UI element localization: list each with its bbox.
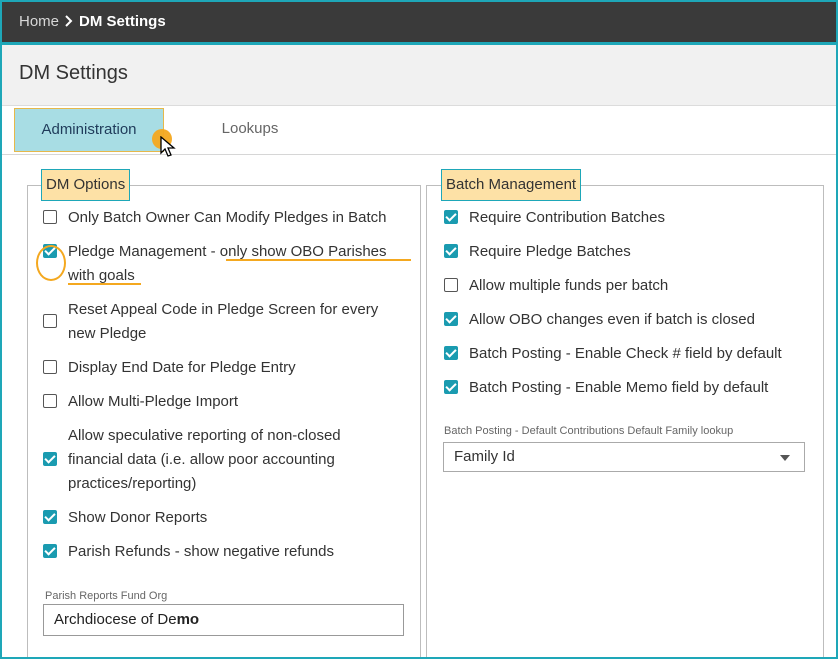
- checkbox[interactable]: [43, 452, 57, 466]
- checkbox[interactable]: [43, 544, 57, 558]
- option-label: Parish Refunds - show negative refunds: [68, 543, 334, 560]
- batch-management-legend: Batch Management: [441, 169, 582, 201]
- checkbox[interactable]: [444, 312, 458, 326]
- option-label: Allow Multi-Pledge Import: [68, 393, 239, 410]
- option-multi-pledge-import[interactable]: Allow Multi-Pledge Import: [43, 390, 238, 414]
- option-label: Allow OBO changes even if batch is close…: [469, 311, 755, 328]
- tab-lookups[interactable]: Lookups: [202, 108, 298, 150]
- tab-administration[interactable]: Administration: [14, 108, 164, 152]
- top-bar: Home DM Settings: [2, 2, 836, 45]
- option-display-end-date[interactable]: Display End Date for Pledge Entry: [43, 356, 296, 380]
- option-label: Show Donor Reports: [68, 509, 208, 526]
- fund-org-value: Archdiocese of De: [54, 611, 177, 628]
- breadcrumb-home[interactable]: Home: [19, 13, 59, 30]
- option-label-line: financial data (i.e. allow poor accounti…: [68, 451, 335, 468]
- fund-org-input[interactable]: Archdiocese of Demo: [43, 604, 404, 636]
- option-label-highlight: only show OBO Parishes: [219, 243, 387, 260]
- option-label: Batch Posting - Enable Memo field by def…: [469, 379, 769, 396]
- option-show-donor-reports[interactable]: Show Donor Reports: [43, 506, 207, 530]
- option-label: Batch Posting - Enable Check # field by …: [469, 345, 782, 362]
- app-window: Home DM Settings DM Settings Administrat…: [0, 0, 838, 659]
- option-speculative-reporting[interactable]: Allow speculative reporting of non-close…: [43, 424, 341, 496]
- option-label-line: Reset Appeal Code in Pledge Screen for e…: [68, 301, 379, 318]
- option-label: Require Pledge Batches: [469, 243, 631, 260]
- option-label: Allow multiple funds per batch: [469, 277, 669, 294]
- option-label: Pledge Management - only show OBO Parish…: [68, 240, 387, 288]
- family-lookup-select[interactable]: Family Id: [443, 442, 805, 472]
- option-require-pledge-batches[interactable]: Require Pledge Batches: [444, 240, 631, 264]
- family-lookup-label: Batch Posting - Default Contributions De…: [444, 425, 734, 437]
- option-label: Display End Date for Pledge Entry: [68, 359, 296, 376]
- option-parish-refunds[interactable]: Parish Refunds - show negative refunds: [43, 540, 334, 564]
- checkbox[interactable]: [43, 210, 57, 224]
- chevron-right-icon: [65, 15, 73, 27]
- checkbox[interactable]: [43, 510, 57, 524]
- option-enable-memo-field[interactable]: Batch Posting - Enable Memo field by def…: [444, 376, 768, 400]
- option-label-line: Allow speculative reporting of non-close…: [68, 427, 341, 444]
- option-label-line: practices/reporting): [68, 475, 197, 492]
- dm-options-legend: DM Options: [41, 169, 131, 201]
- option-pledge-management[interactable]: Pledge Management - only show OBO Parish…: [43, 240, 387, 288]
- annotation-circle: [36, 245, 66, 281]
- option-label: Require Contribution Batches: [469, 209, 665, 226]
- option-enable-check-field[interactable]: Batch Posting - Enable Check # field by …: [444, 342, 782, 366]
- annotation-underline: [226, 259, 411, 261]
- mouse-pointer-icon: [160, 136, 176, 157]
- tab-bar: Administration Lookups: [2, 106, 836, 155]
- option-label-highlight-2: with goals: [68, 267, 135, 284]
- annotation-underline: [68, 283, 141, 285]
- checkbox[interactable]: [444, 278, 458, 292]
- breadcrumb-current: DM Settings: [79, 13, 166, 30]
- option-label: Allow speculative reporting of non-close…: [68, 424, 341, 496]
- checkbox[interactable]: [444, 210, 458, 224]
- checkbox[interactable]: [444, 346, 458, 360]
- option-require-contribution-batches[interactable]: Require Contribution Batches: [444, 206, 665, 230]
- option-reset-appeal-code[interactable]: Reset Appeal Code in Pledge Screen for e…: [43, 298, 378, 346]
- caret-down-icon: [780, 455, 790, 461]
- option-label: Only Batch Owner Can Modify Pledges in B…: [68, 209, 387, 226]
- fund-org-label: Parish Reports Fund Org: [45, 590, 168, 602]
- option-label-line: new Pledge: [68, 325, 147, 342]
- checkbox[interactable]: [43, 314, 57, 328]
- checkbox[interactable]: [444, 244, 458, 258]
- checkbox[interactable]: [43, 360, 57, 374]
- option-label: Reset Appeal Code in Pledge Screen for e…: [68, 298, 378, 346]
- fund-org-value-bold: mo: [176, 611, 200, 628]
- checkbox[interactable]: [43, 394, 57, 408]
- option-label-part: Pledge Management -: [68, 243, 220, 260]
- option-obo-changes[interactable]: Allow OBO changes even if batch is close…: [444, 308, 755, 332]
- page-title: DM Settings: [19, 62, 128, 84]
- option-only-batch-owner[interactable]: Only Batch Owner Can Modify Pledges in B…: [43, 206, 387, 230]
- option-multiple-funds[interactable]: Allow multiple funds per batch: [444, 274, 668, 298]
- page-header: DM Settings: [2, 45, 836, 106]
- family-lookup-value: Family Id: [454, 448, 515, 465]
- checkbox[interactable]: [444, 380, 458, 394]
